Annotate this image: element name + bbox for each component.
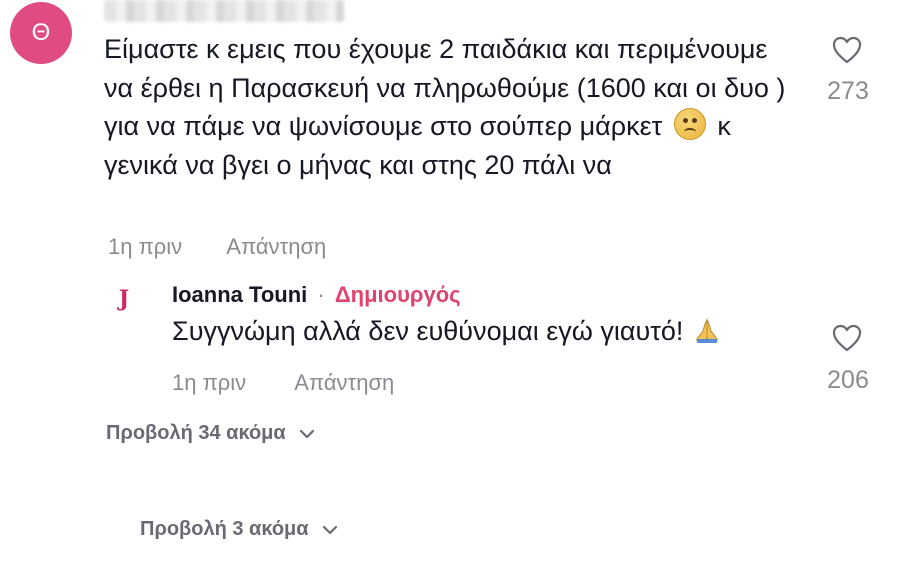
chevron-down-icon: [323, 525, 338, 534]
avatar[interactable]: Θ: [10, 2, 72, 64]
view-more-comments-label: Προβολή 3 ακόμα: [140, 518, 309, 540]
reply-like-heart-icon[interactable]: [832, 324, 862, 352]
chevron-down-icon: [300, 429, 315, 438]
avatar-letter: Θ: [31, 19, 51, 46]
reply-avatar[interactable]: J: [114, 286, 134, 312]
worried-face-emoji-icon: [673, 108, 706, 140]
reply-like-count: 206: [827, 366, 869, 394]
reply-avatar-letter: J: [118, 286, 130, 312]
view-more-replies-button[interactable]: Προβολή 34 ακόμα: [106, 422, 315, 445]
reply-author-name[interactable]: Ioanna Touni: [172, 282, 307, 307]
reply-text-content: Συγγνώμη αλλά δεν ευθύνομαι εγώ γιαυτό!: [172, 316, 684, 346]
reply-text: Συγγνώμη αλλά δεν ευθύνομαι εγώ γιαυτό!: [172, 316, 721, 347]
comment-reply-button[interactable]: Απάντηση: [226, 234, 326, 260]
reply-meta: 1η πριν Απάντηση: [172, 370, 394, 396]
reply-header: Ioanna Touni · Δημιουργός: [172, 282, 461, 308]
view-more-replies-label: Προβολή 34 ακόμα: [106, 422, 286, 444]
reply-separator: ·: [317, 282, 325, 307]
folded-hands-icon: [696, 318, 718, 343]
view-more-comments-button[interactable]: Προβολή 3 ακόμα: [140, 518, 338, 541]
comment-text: Είμαστε κ εμεις που έχουμε 2 παιδάκια κα…: [104, 30, 804, 184]
creator-badge: Δημιουργός: [334, 282, 461, 307]
reply-time: 1η πριν: [172, 370, 247, 395]
comment-like-count: 273: [827, 77, 869, 105]
comment-meta: 1η πριν Απάντηση: [108, 234, 326, 260]
comment-time: 1η πριν: [108, 234, 183, 259]
like-heart-icon[interactable]: [832, 36, 862, 64]
reply-reply-button[interactable]: Απάντηση: [294, 370, 394, 396]
blurred-username: [104, 0, 344, 22]
